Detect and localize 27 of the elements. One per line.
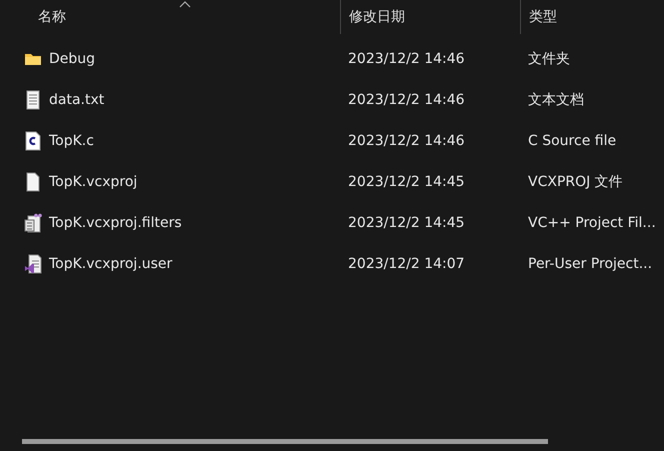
column-header[interactable]: 类型: [520, 0, 664, 34]
project-filters-icon: [24, 212, 42, 232]
file-type: 文本文档: [528, 92, 584, 108]
modified-date: 2023/12/2 14:45: [348, 214, 465, 230]
file-name[interactable]: Debug: [49, 50, 96, 66]
file-type: VCXPROJ 文件: [528, 174, 623, 190]
file-name[interactable]: data.txt: [49, 92, 104, 108]
modified-date: 2023/12/2 14:46: [348, 50, 465, 66]
file-name[interactable]: TopK.c: [49, 132, 94, 148]
column-header[interactable]: 修改日期: [340, 0, 520, 34]
file-name[interactable]: TopK.vcxproj: [49, 174, 138, 190]
modified-date: 2023/12/2 14:46: [348, 132, 465, 148]
file-type: C Source file: [528, 132, 616, 148]
modified-date: 2023/12/2 14:46: [348, 92, 465, 108]
column-header[interactable]: 名称: [0, 0, 340, 34]
project-user-icon: [24, 254, 42, 274]
file-name[interactable]: TopK.vcxproj.user: [49, 256, 172, 272]
modified-date: 2023/12/2 14:07: [348, 256, 465, 272]
scrollbar-thumb[interactable]: [22, 439, 548, 444]
file-type: VC++ Project Fil...: [528, 214, 656, 230]
file-name[interactable]: TopK.vcxproj.filters: [49, 214, 182, 230]
modified-date: 2023/12/2 14:45: [348, 174, 465, 190]
blank-file-icon: [24, 172, 42, 192]
file-type: Per-User Project...: [528, 256, 652, 272]
file-type: 文件夹: [528, 50, 570, 66]
c-file-icon: [24, 130, 42, 150]
text-file-icon: [24, 90, 42, 110]
